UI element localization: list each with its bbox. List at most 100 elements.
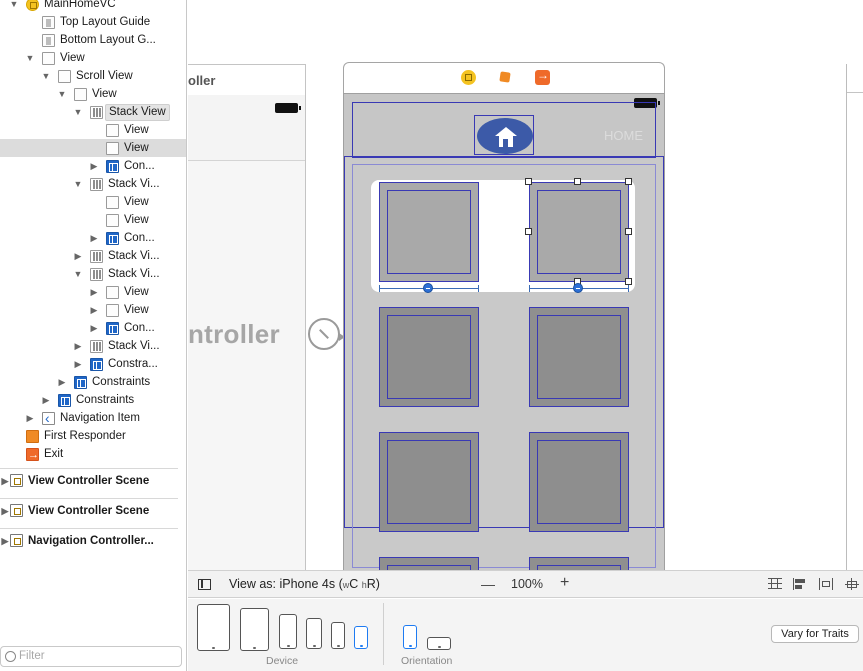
disclosure-triangle-icon[interactable]: ▶ xyxy=(89,301,99,319)
zoom-level[interactable]: 100% xyxy=(511,577,543,591)
filter-field[interactable]: Filter xyxy=(0,646,182,667)
device-view[interactable]: HOME xyxy=(343,93,665,570)
exit-icon[interactable] xyxy=(535,68,550,85)
view-as-label[interactable]: View as: iPhone 4s (wC hR) xyxy=(229,577,380,591)
main-home-scene[interactable]: HOME xyxy=(343,62,665,570)
equal-width-icon[interactable] xyxy=(423,283,433,293)
grid-view-8[interactable] xyxy=(529,557,629,570)
disclosure-triangle-icon[interactable]: ▶ xyxy=(0,532,10,550)
disclosure-triangle-icon[interactable]: ▼ xyxy=(41,67,51,85)
resize-handle[interactable] xyxy=(525,178,532,185)
outline-row[interactable]: ▼ View xyxy=(0,49,186,67)
device-picker: Device Orientation Vary for Traits xyxy=(188,599,863,671)
resize-handle[interactable] xyxy=(525,228,532,235)
outline-row[interactable]: ▶ Constraints xyxy=(0,373,186,391)
disclosure-triangle-icon[interactable]: ▶ xyxy=(89,229,99,247)
ipad-pro-icon[interactable] xyxy=(197,604,230,651)
outline-row[interactable]: View xyxy=(0,139,186,157)
next-scene[interactable] xyxy=(846,64,863,570)
outline-row[interactable]: ▶ Con... xyxy=(0,157,186,175)
update-frames-icon[interactable] xyxy=(768,578,782,590)
home-button[interactable] xyxy=(474,115,534,155)
view-controller-icon[interactable] xyxy=(461,70,476,85)
disclosure-triangle-icon[interactable]: ▼ xyxy=(9,0,19,13)
vary-for-traits-button[interactable]: Vary for Traits xyxy=(771,625,859,643)
grid-view-1[interactable] xyxy=(379,182,479,282)
filter-icon[interactable] xyxy=(5,651,16,662)
iphone-se-icon[interactable] xyxy=(331,622,345,649)
disclosure-triangle-icon[interactable]: ▶ xyxy=(41,391,51,409)
storyboard-canvas[interactable]: oller ntroller HOME xyxy=(188,0,863,570)
outline-row[interactable]: ▶ Con... xyxy=(0,229,186,247)
disclosure-triangle-icon[interactable]: ▼ xyxy=(25,49,35,67)
disclosure-triangle-icon[interactable]: ▶ xyxy=(89,283,99,301)
outline-row[interactable]: Top Layout Guide xyxy=(0,13,186,31)
outline-row[interactable]: ▼ MainHomeVC xyxy=(0,0,186,13)
grid-view-5[interactable] xyxy=(379,432,479,532)
toggle-outline-icon[interactable] xyxy=(198,579,211,590)
iphone-plus-icon[interactable] xyxy=(279,614,297,649)
outline-row[interactable]: View xyxy=(0,193,186,211)
previous-scene-header xyxy=(188,95,305,161)
outline-row[interactable]: ▶ View xyxy=(0,301,186,319)
disclosure-triangle-icon[interactable]: ▶ xyxy=(73,355,83,373)
grid-view-7[interactable] xyxy=(379,557,479,570)
outline-row[interactable]: Exit xyxy=(0,445,186,463)
zoom-out-button[interactable]: — xyxy=(481,576,495,592)
disclosure-triangle-icon[interactable]: ▶ xyxy=(73,337,83,355)
disclosure-triangle-icon[interactable]: ▶ xyxy=(89,319,99,337)
scene-icon xyxy=(10,534,23,547)
outline-row[interactable]: ▶ Navigation Item xyxy=(0,409,186,427)
scene-row-navigation-controller[interactable]: ▶ Navigation Controller... xyxy=(0,528,178,552)
outline-row[interactable]: ▼ Stack Vi... xyxy=(0,175,186,193)
iphone-icon[interactable] xyxy=(306,618,322,649)
equal-width-icon[interactable] xyxy=(573,283,583,293)
disclosure-triangle-icon[interactable]: ▶ xyxy=(73,247,83,265)
segue-icon[interactable] xyxy=(308,318,345,350)
ipad-icon[interactable] xyxy=(240,608,269,651)
scene-row-view-controller-2[interactable]: ▶ View Controller Scene xyxy=(0,498,178,522)
disclosure-triangle-icon[interactable]: ▼ xyxy=(73,103,83,121)
resize-handle[interactable] xyxy=(625,228,632,235)
disclosure-triangle-icon[interactable]: ▼ xyxy=(57,85,67,103)
resize-handle[interactable] xyxy=(625,278,632,285)
resize-handle[interactable] xyxy=(574,178,581,185)
disclosure-triangle-icon[interactable]: ▶ xyxy=(25,409,35,427)
first-responder-icon[interactable] xyxy=(498,70,513,85)
align-icon[interactable] xyxy=(819,578,833,590)
stack-icon[interactable] xyxy=(793,578,807,590)
grid-view-6[interactable] xyxy=(529,432,629,532)
disclosure-triangle-icon[interactable]: ▼ xyxy=(73,175,83,193)
outline-row[interactable]: ▶ Constra... xyxy=(0,355,186,373)
portrait-icon[interactable] xyxy=(403,625,417,649)
resize-handle[interactable] xyxy=(625,178,632,185)
outline-row[interactable]: ▶ View xyxy=(0,283,186,301)
outline-row[interactable]: ▼ Stack View xyxy=(0,103,186,121)
landscape-icon[interactable] xyxy=(427,637,451,650)
grid-view-3[interactable] xyxy=(379,307,479,407)
disclosure-triangle-icon[interactable]: ▶ xyxy=(57,373,67,391)
outline-row[interactable]: ▶ Constraints xyxy=(0,391,186,409)
disclosure-triangle-icon[interactable]: ▼ xyxy=(73,265,83,283)
grid-view-4[interactable] xyxy=(529,307,629,407)
outline-row[interactable]: ▶ Con... xyxy=(0,319,186,337)
outline-row[interactable]: Bottom Layout G... xyxy=(0,31,186,49)
outline-row[interactable]: ▶ Stack Vi... xyxy=(0,337,186,355)
zoom-in-button[interactable]: + xyxy=(560,574,569,592)
outline-row[interactable]: ▶ Stack Vi... xyxy=(0,247,186,265)
disclosure-triangle-icon[interactable]: ▶ xyxy=(0,502,10,520)
outline-row[interactable]: View xyxy=(0,211,186,229)
scene-row-view-controller-1[interactable]: ▶ View Controller Scene xyxy=(0,468,178,492)
previous-scene[interactable]: oller ntroller xyxy=(188,64,306,570)
grid-view-2[interactable] xyxy=(529,182,629,282)
iphone-4s-icon[interactable] xyxy=(354,626,368,649)
outline-row[interactable]: ▼ Scroll View xyxy=(0,67,186,85)
view-icon xyxy=(106,286,119,299)
outline-row[interactable]: ▼ View xyxy=(0,85,186,103)
outline-row[interactable]: ▼ Stack Vi... xyxy=(0,265,186,283)
outline-row[interactable]: First Responder xyxy=(0,427,186,445)
outline-row[interactable]: View xyxy=(0,121,186,139)
disclosure-triangle-icon[interactable]: ▶ xyxy=(0,472,10,490)
pin-icon[interactable] xyxy=(845,578,859,590)
disclosure-triangle-icon[interactable]: ▶ xyxy=(89,157,99,175)
